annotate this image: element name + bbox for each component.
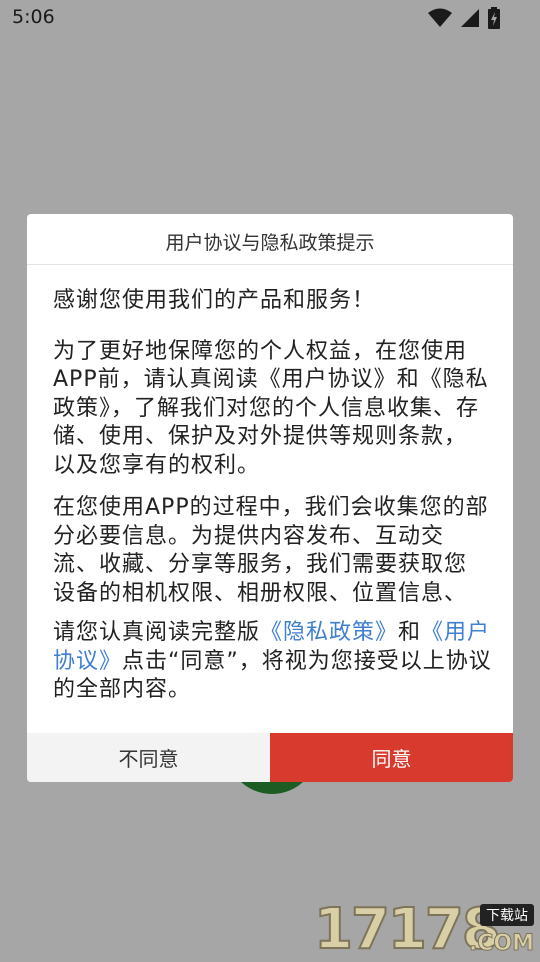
status-bar: 5:06 <box>0 0 540 36</box>
notice-prefix: 请您认真阅读完整版 <box>53 620 261 645</box>
status-time: 5:06 <box>12 6 55 28</box>
policy-scroll-area[interactable]: 感谢您使用我们的产品和服务！ 为了更好地保障您的个人权益，在您使用APP前，请认… <box>27 265 513 616</box>
privacy-policy-link[interactable]: 《隐私政策》 <box>260 620 398 645</box>
agree-button[interactable]: 同意 <box>270 733 513 782</box>
status-icons <box>428 7 500 29</box>
watermark-logo: 17178 下载站 .COM <box>313 900 534 960</box>
consent-notice: 请您认真阅读完整版《隐私政策》和《用户协议》点击“同意”，将视为您接受以上协议的… <box>53 619 493 705</box>
permissions-paragraph: 在您使用APP的过程中，我们会收集您的部分必要信息。为提供内容发布、互动交流、收… <box>53 495 489 606</box>
battery-charging-icon <box>488 7 500 29</box>
dialog-buttons: 不同意 同意 <box>27 733 513 782</box>
notice-conjunction: 和 <box>398 620 422 645</box>
watermark-domain: .COM <box>468 931 534 957</box>
privacy-dialog: 用户协议与隐私政策提示 感谢您使用我们的产品和服务！ 为了更好地保障您的个人权益… <box>27 214 513 782</box>
watermark-tag: 下载站 <box>480 904 534 926</box>
signal-icon <box>461 9 479 27</box>
wifi-icon <box>428 8 452 27</box>
greeting-paragraph: 感谢您使用我们的产品和服务！ <box>53 288 376 313</box>
disagree-button[interactable]: 不同意 <box>27 733 270 782</box>
dialog-title: 用户协议与隐私政策提示 <box>27 214 513 265</box>
policy-paragraph: 为了更好地保障您的个人权益，在您使用APP前，请认真阅读《用户协议》和《隐私政策… <box>53 338 489 478</box>
